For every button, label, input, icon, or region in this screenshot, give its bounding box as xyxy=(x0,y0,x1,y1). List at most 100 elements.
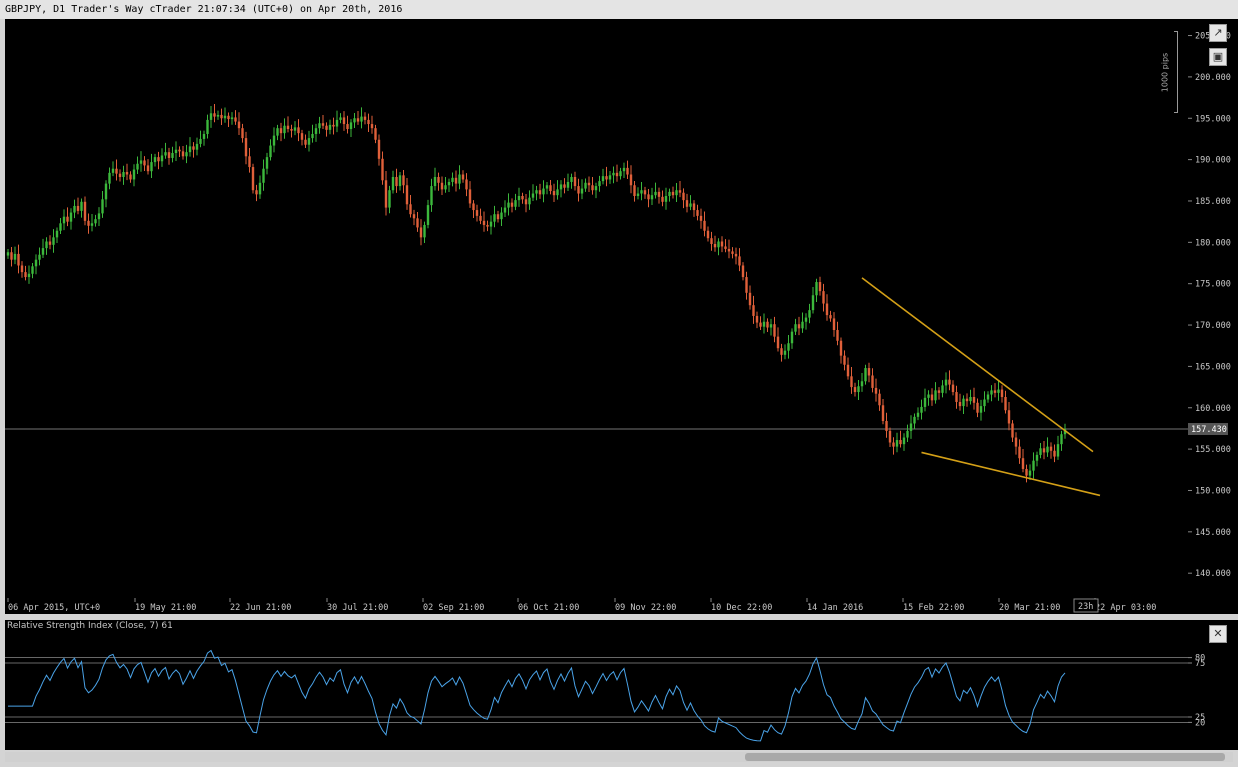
candle-body xyxy=(811,295,815,311)
candle-body xyxy=(244,138,248,157)
rsi-chart-svg[interactable] xyxy=(5,620,1188,750)
current-price-tag-text: 157.430 xyxy=(1191,425,1227,435)
candle-body xyxy=(636,193,640,197)
time-axis[interactable]: 06 Apr 2015, UTC+0 19 May 21:00 22 Jun 21:… xyxy=(5,598,1188,614)
candle-body xyxy=(521,196,524,200)
candle-body xyxy=(930,394,934,401)
candle-body xyxy=(734,253,738,257)
candle-body xyxy=(801,321,804,329)
scrollbar-thumb[interactable] xyxy=(745,753,1225,761)
candle-body xyxy=(482,220,486,225)
rsi-panel[interactable]: Relative Strength Index (Close, 7) 61 xyxy=(5,620,1188,750)
candle-body xyxy=(983,399,986,407)
candle-body xyxy=(41,248,45,255)
candle-body xyxy=(657,191,661,197)
candle-body xyxy=(836,330,839,341)
candle-body xyxy=(188,146,192,153)
price-tick-label: 190.000 xyxy=(1195,156,1231,166)
rsi-line xyxy=(8,649,1066,742)
candle-body xyxy=(986,394,990,400)
candle-body xyxy=(738,256,741,266)
candle-body xyxy=(1014,437,1018,447)
candle-body xyxy=(1018,446,1021,459)
time-tick-label: 10 Dec 22:00 xyxy=(711,603,772,613)
candle-body xyxy=(650,195,654,200)
candle-body xyxy=(440,182,444,190)
candle-body xyxy=(850,376,853,388)
candle-body xyxy=(321,123,325,126)
candle-body xyxy=(731,251,734,254)
time-tick-label: 20 Mar 21:00 xyxy=(999,603,1060,613)
candle-body xyxy=(6,252,10,256)
candle-body xyxy=(13,253,17,260)
candle-body xyxy=(727,248,731,252)
candle-body xyxy=(332,124,335,127)
candle-body xyxy=(675,190,678,196)
camera-icon[interactable]: ▣ xyxy=(1209,48,1227,66)
candle-body xyxy=(762,321,766,327)
candle-body xyxy=(265,157,269,169)
candle-body xyxy=(927,394,930,398)
candle-body xyxy=(741,265,745,278)
candle-body xyxy=(846,364,850,377)
candle-body xyxy=(972,397,976,403)
candle-body xyxy=(157,157,160,162)
price-axis[interactable]: 205.000200.000195.000190.000185.000180.0… xyxy=(1188,19,1238,598)
time-tick-label: 22 Jun 21:00 xyxy=(230,603,291,613)
candle-body xyxy=(195,143,199,150)
time-axis-svg: 06 Apr 2015, UTC+0 19 May 21:00 22 Jun 21:… xyxy=(7,598,1156,613)
candle-body xyxy=(699,215,703,221)
candle-body xyxy=(115,168,118,174)
candle-body xyxy=(447,181,451,186)
candle-body xyxy=(125,172,129,175)
candle-body xyxy=(202,133,206,139)
price-chart-area[interactable] xyxy=(5,19,1188,598)
candle-body xyxy=(227,115,230,120)
candle-body xyxy=(38,254,41,260)
candle-body xyxy=(472,203,475,211)
candle-body xyxy=(461,174,465,180)
candle-body xyxy=(769,324,773,328)
chart-title: GBPJPY, D1 Trader's Way cTrader 21:07:34… xyxy=(5,4,403,15)
candle-body xyxy=(629,174,633,186)
chart-title-bar: GBPJPY, D1 Trader's Way cTrader 21:07:34… xyxy=(0,0,1238,19)
candle-body xyxy=(356,118,360,122)
candle-body xyxy=(965,398,969,402)
close-icon[interactable]: ✕ xyxy=(1209,625,1227,643)
candle-body xyxy=(615,172,619,177)
candle-body xyxy=(591,185,594,191)
candle-body xyxy=(108,172,111,184)
candle-body xyxy=(87,220,90,226)
candle-body xyxy=(62,216,66,224)
candle-body xyxy=(654,191,657,196)
candle-body xyxy=(223,115,227,119)
candle-body xyxy=(48,241,52,245)
pips-scale-bar xyxy=(1174,31,1178,113)
candle-body xyxy=(290,129,293,131)
candle-body xyxy=(913,416,916,424)
price-tick-label: 140.000 xyxy=(1195,569,1231,579)
candle-body xyxy=(696,210,699,216)
candle-body xyxy=(993,390,997,393)
candle-body xyxy=(335,119,339,127)
candle-body xyxy=(892,442,895,447)
candle-body xyxy=(367,119,370,125)
popout-icon[interactable]: ↗ xyxy=(1209,24,1227,42)
price-tick-label: 155.000 xyxy=(1195,445,1231,455)
candle-body xyxy=(167,152,171,158)
candle-body xyxy=(307,138,311,145)
candle-body xyxy=(360,116,363,122)
horizontal-scrollbar[interactable] xyxy=(5,752,1233,762)
candlestick-chart-svg[interactable] xyxy=(5,19,1188,598)
price-tick-label: 150.000 xyxy=(1195,486,1231,496)
candle-body xyxy=(178,149,181,152)
candle-body xyxy=(1060,434,1063,445)
candle-body xyxy=(878,393,881,406)
candle-body xyxy=(909,423,913,431)
candle-body xyxy=(262,168,265,183)
candle-body xyxy=(97,213,101,220)
candle-body xyxy=(220,114,223,119)
candle-body xyxy=(682,192,685,201)
candle-body xyxy=(951,384,955,393)
candle-body xyxy=(748,292,752,306)
